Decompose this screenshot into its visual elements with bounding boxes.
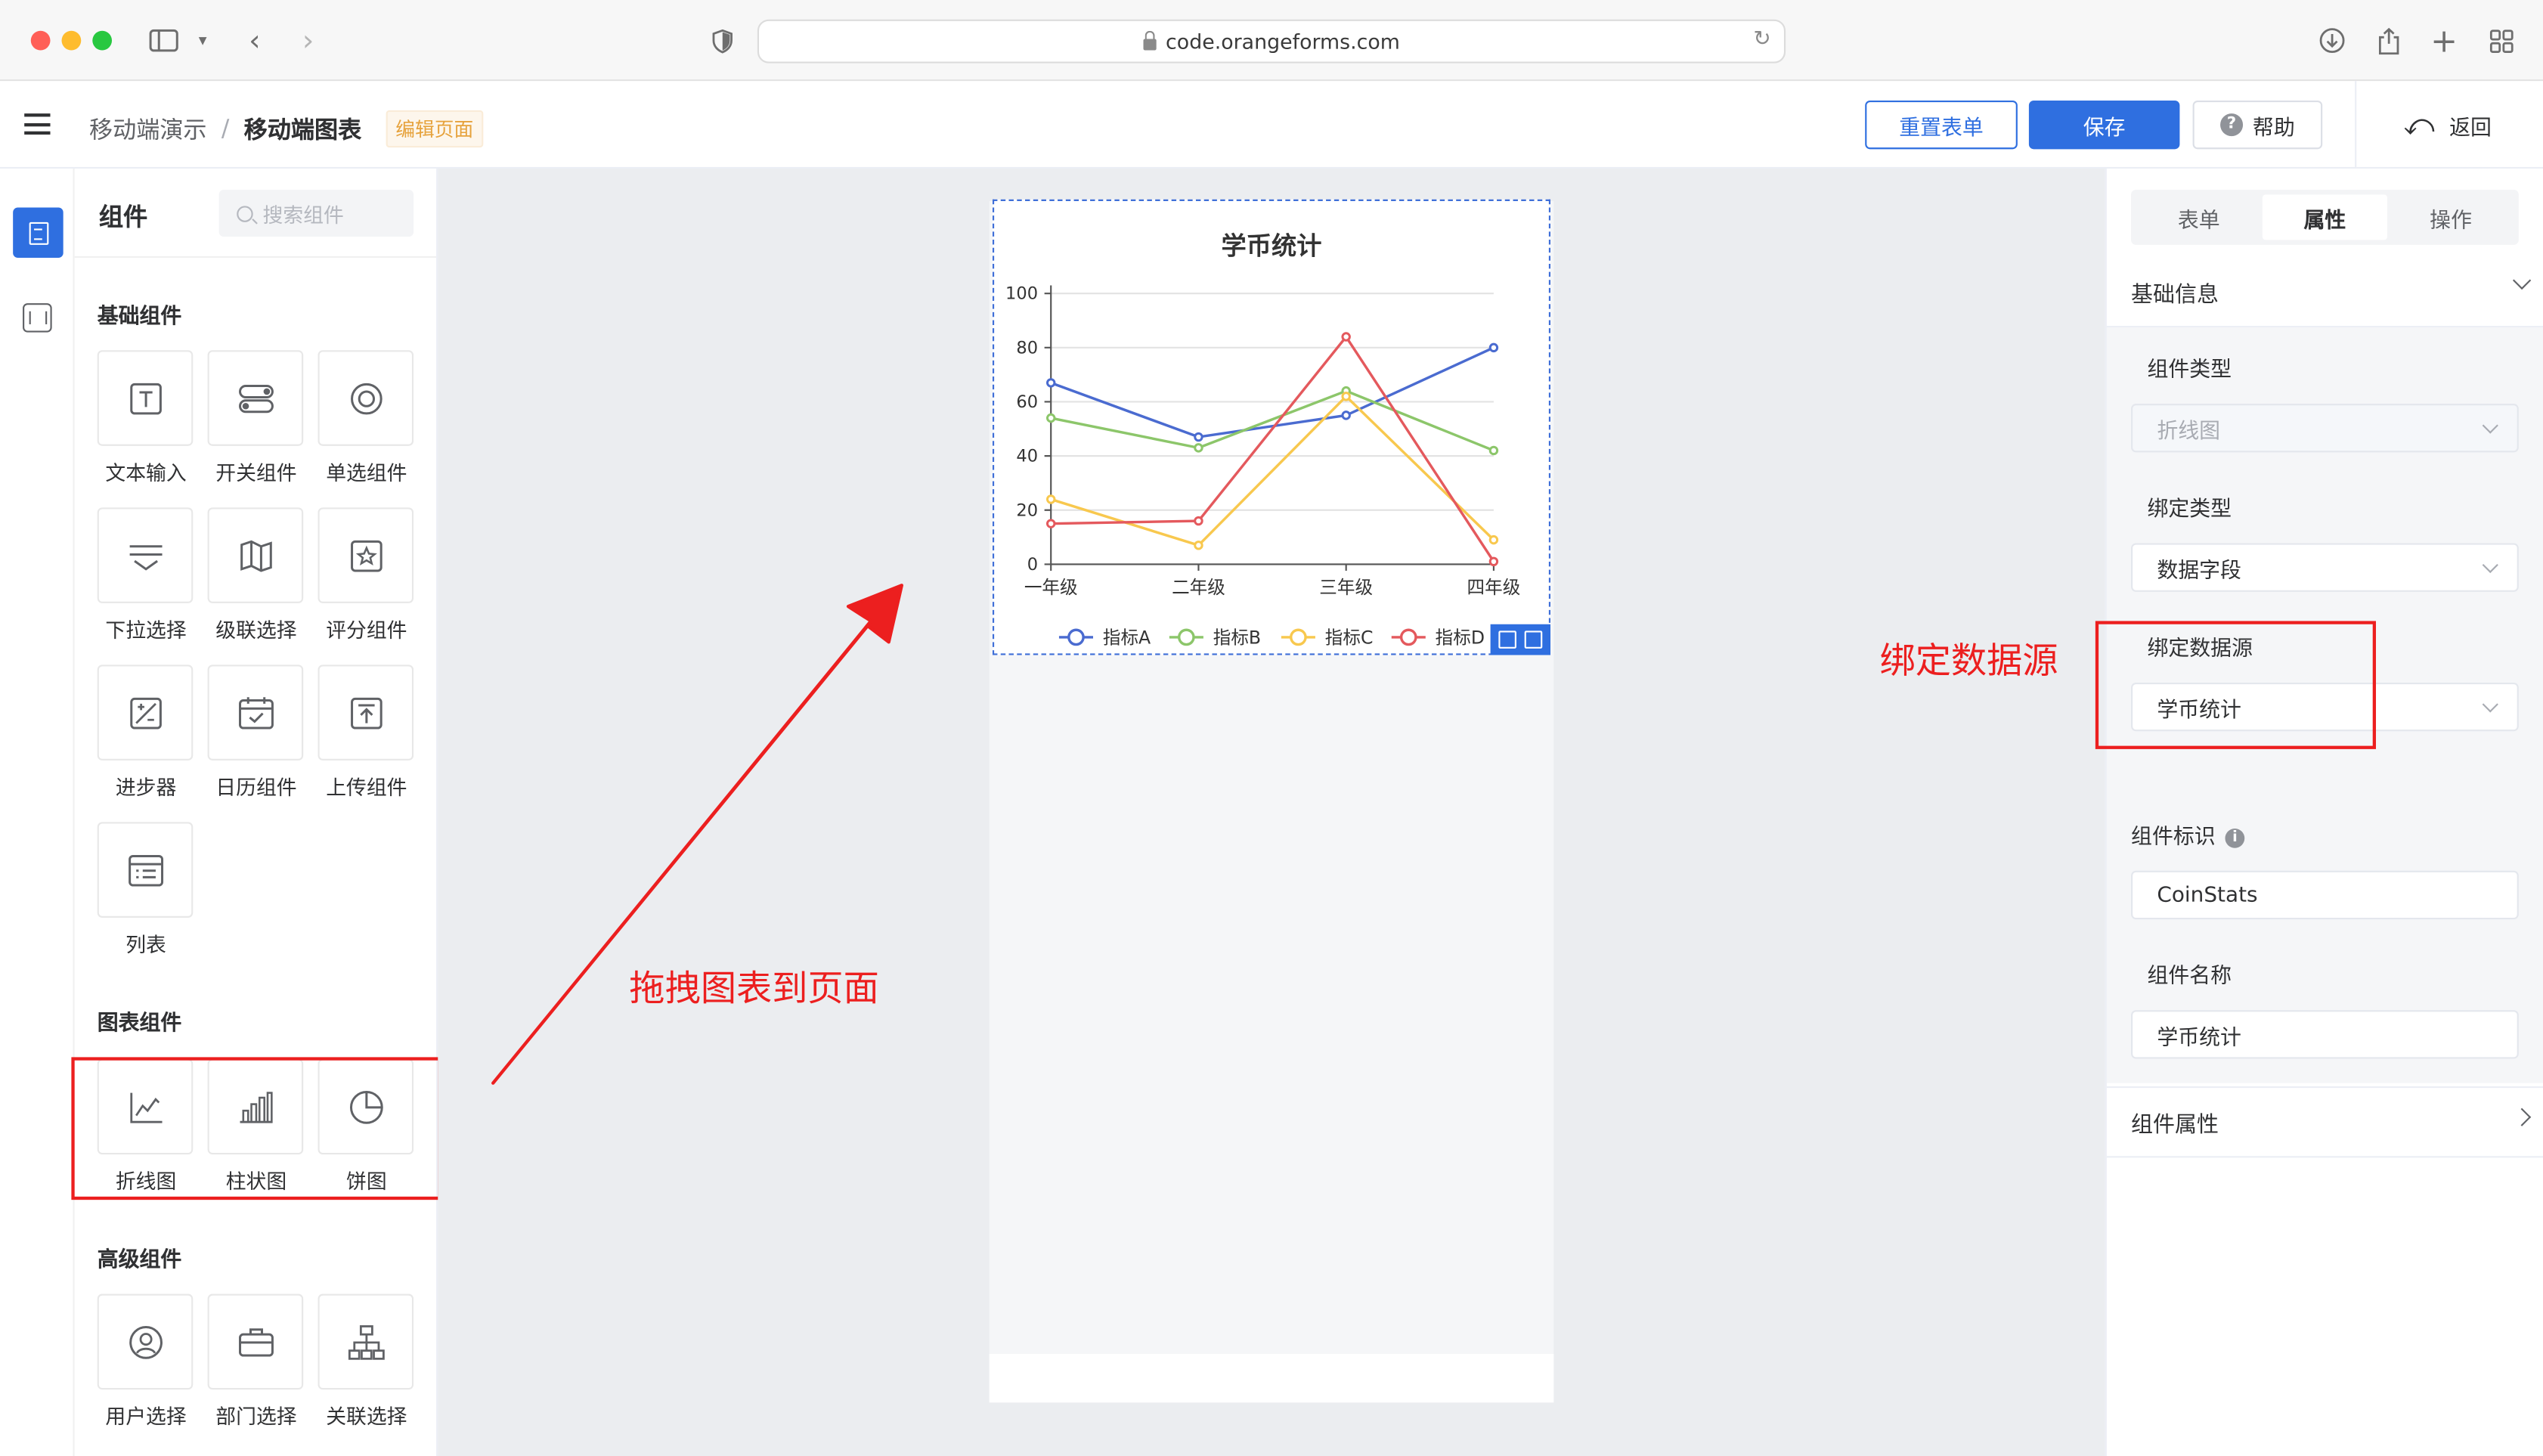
chevron-right-icon [2512, 1107, 2532, 1126]
data-source-highlight [2095, 621, 2377, 749]
tab-attributes[interactable]: 属性 [2262, 194, 2388, 240]
input-value: 学币统计 [2157, 1025, 2241, 1050]
component-type-select: 折线图 [2131, 404, 2519, 453]
component-type-label: 组件类型 [2147, 358, 2232, 383]
chevron-down-icon [2512, 271, 2532, 290]
bind-type-select[interactable]: 数据字段 [2131, 543, 2519, 592]
property-tabs: 表单 属性 操作 [2131, 189, 2519, 245]
chevron-down-icon [2482, 696, 2498, 713]
section-title: 组件属性 [2131, 1112, 2219, 1138]
select-value: 数据字段 [2157, 558, 2241, 584]
chevron-down-icon [2482, 417, 2498, 434]
identifier-input[interactable]: CoinStats [2131, 870, 2519, 920]
tab-actions[interactable]: 操作 [2388, 194, 2514, 240]
name-label: 组件名称 [2147, 965, 2232, 990]
section-title: 基础信息 [2131, 281, 2219, 308]
component-attributes-section[interactable]: 组件属性 [2106, 1086, 2543, 1158]
identifier-label: 组件标识 i [2131, 819, 2245, 850]
properties-panel: 表单 属性 操作 基础信息 组件类型 折线图 绑定类型 数据字段 绑定数据源 学… [2105, 169, 2543, 1456]
select-value: 折线图 [2157, 419, 2221, 444]
chevron-down-icon [2482, 556, 2498, 574]
drag-annotation: 拖拽图表到页面 [629, 969, 879, 1011]
basic-info-section[interactable]: 基础信息 [2106, 256, 2543, 328]
identifier-label-text: 组件标识 [2131, 825, 2216, 850]
app-window: ▾ ‹ › code.orangeforms.com ↻ + 移动端演示 / 移… [0, 0, 2543, 1456]
tab-form[interactable]: 表单 [2136, 194, 2262, 240]
input-value: CoinStats [2157, 882, 2258, 908]
info-icon[interactable]: i [2225, 828, 2245, 848]
name-input[interactable]: 学币统计 [2131, 1010, 2519, 1059]
bind-annotation: 绑定数据源 [1879, 642, 2058, 683]
bind-type-label: 绑定类型 [2147, 497, 2232, 522]
